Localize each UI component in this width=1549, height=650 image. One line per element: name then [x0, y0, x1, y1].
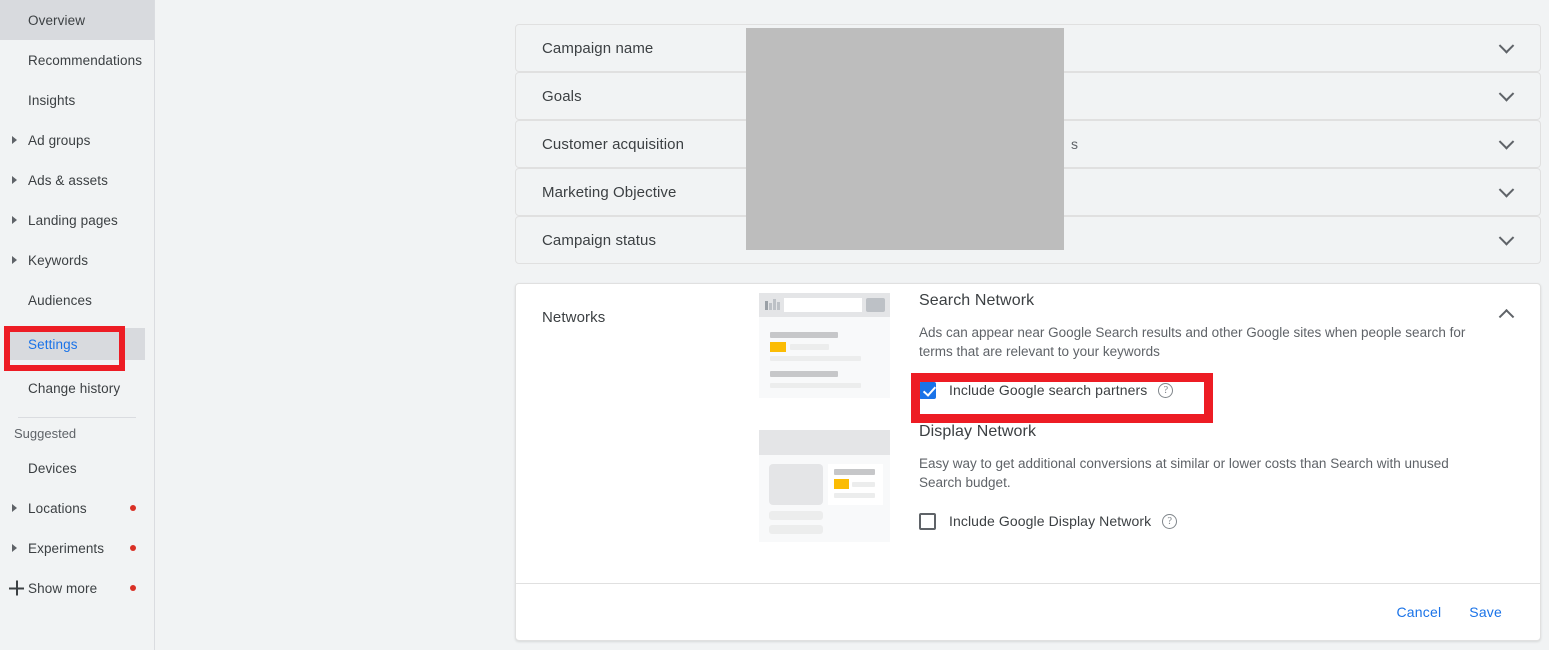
expand-caret-icon: [12, 216, 17, 224]
expand-caret-icon: [12, 136, 17, 144]
include-display-network-label: Include Google Display Network: [949, 513, 1152, 529]
chevron-down-icon: [1498, 86, 1515, 102]
accordion-row-label: Customer acquisition: [542, 135, 685, 153]
new-indicator-dot: [130, 585, 136, 591]
cancel-button[interactable]: Cancel: [1383, 596, 1456, 628]
sidebar: Overview Recommendations Insights Ad gro…: [0, 0, 155, 650]
app-root: Overview Recommendations Insights Ad gro…: [0, 0, 1549, 650]
new-indicator-dot: [130, 545, 136, 551]
display-network-heading: Display Network: [919, 423, 1037, 440]
include-search-partners-label: Include Google search partners: [949, 382, 1148, 398]
expand-caret-icon: [12, 504, 17, 512]
display-ad-preview-thumbnail: [759, 430, 890, 542]
sidebar-item-ads-assets[interactable]: Ads & assets: [0, 160, 154, 200]
chevron-down-icon: [1498, 182, 1515, 198]
search-network-heading: Search Network: [919, 292, 1035, 309]
include-display-network-checkbox[interactable]: [919, 512, 936, 530]
sidebar-item-keywords[interactable]: Keywords: [0, 240, 154, 280]
accordion-row-label: Campaign name: [542, 39, 654, 57]
sidebar-item-label: Keywords: [28, 252, 89, 268]
search-network-description: Ads can appear near Google Search result…: [919, 325, 1466, 359]
sidebar-item-label: Audiences: [28, 292, 92, 308]
networks-title: Networks: [542, 309, 606, 326]
sidebar-item-label: Devices: [28, 460, 77, 476]
redaction-overlay: [746, 28, 1064, 250]
accordion-row-label: Marketing Objective: [542, 183, 677, 201]
chevron-down-icon: [1498, 134, 1515, 150]
new-indicator-dot: [130, 505, 136, 511]
networks-options: Search Network Ads can appear near Googl…: [919, 292, 1519, 536]
sidebar-item-experiments[interactable]: Experiments: [0, 528, 154, 568]
sidebar-item-label: Change history: [28, 380, 121, 396]
sidebar-item-recommendations[interactable]: Recommendations: [0, 40, 154, 80]
help-icon[interactable]: ?: [1162, 513, 1178, 529]
display-network-description: Easy way to get additional conversions a…: [919, 456, 1449, 490]
sidebar-item-label: Ads & assets: [28, 172, 108, 188]
sidebar-item-label: Insights: [28, 92, 76, 108]
sidebar-item-label: Overview: [28, 12, 86, 28]
accordion-row-label: Campaign status: [542, 231, 657, 249]
sidebar-item-label: Experiments: [28, 540, 105, 556]
help-icon[interactable]: ?: [1158, 382, 1174, 398]
chevron-down-icon: [1498, 230, 1515, 246]
accordion-row-label: Goals: [542, 87, 582, 105]
save-button[interactable]: Save: [1455, 596, 1516, 628]
card-footer: Cancel Save: [516, 583, 1540, 640]
sidebar-item-locations[interactable]: Locations: [0, 488, 154, 528]
sidebar-item-change-history[interactable]: Change history: [0, 368, 154, 408]
sidebar-item-label: Settings: [28, 336, 78, 352]
sidebar-item-label: Recommendations: [28, 52, 143, 68]
sidebar-item-audiences[interactable]: Audiences: [0, 280, 154, 320]
plus-icon: [9, 580, 24, 596]
sidebar-item-insights[interactable]: Insights: [0, 80, 154, 120]
sidebar-section-suggested: Suggested: [14, 425, 77, 441]
sidebar-item-settings[interactable]: Settings: [9, 328, 145, 360]
sidebar-item-landing-pages[interactable]: Landing pages: [0, 200, 154, 240]
sidebar-item-label: Show more: [28, 580, 98, 596]
sidebar-item-overview[interactable]: Overview: [0, 0, 154, 40]
expand-caret-icon: [12, 256, 17, 264]
include-display-network-row[interactable]: Include Google Display Network ?: [919, 506, 1519, 536]
sidebar-item-label: Locations: [28, 500, 87, 516]
expand-caret-icon: [12, 544, 17, 552]
accordion-row-value: s: [1071, 136, 1078, 152]
include-search-partners-row[interactable]: Include Google search partners ?: [919, 375, 1519, 405]
search-ad-preview-thumbnail: [759, 293, 890, 398]
include-search-partners-checkbox[interactable]: [919, 381, 936, 399]
networks-card: Networks Search Network Ads can appear n…: [515, 283, 1541, 641]
chevron-down-icon: [1498, 38, 1515, 54]
sidebar-item-devices[interactable]: Devices: [0, 448, 154, 488]
sidebar-item-label: Landing pages: [28, 212, 118, 228]
expand-caret-icon: [12, 176, 17, 184]
sidebar-item-ad-groups[interactable]: Ad groups: [0, 120, 154, 160]
sidebar-item-label: Ad groups: [28, 132, 91, 148]
sidebar-item-show-more[interactable]: Show more: [0, 568, 154, 608]
